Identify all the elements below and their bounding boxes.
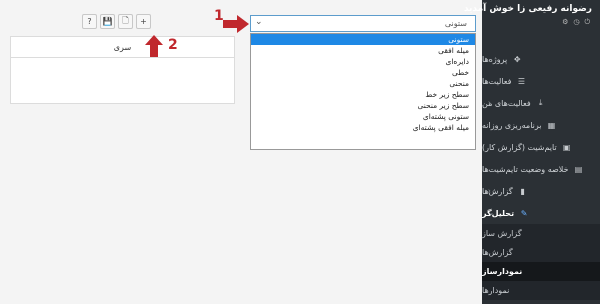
sidebar-item-label: پروژه‌ها [482, 54, 508, 64]
download-icon: ⤓ [538, 98, 543, 107]
select-value: ستونی [444, 19, 467, 28]
chart-type-dropdown: ستونی میله افقی دایره‌ای خطی منحنی سطح ز… [250, 33, 476, 150]
sidebar-item-label: تحلیل‌گر [482, 208, 515, 218]
pencil-icon: ✎ [520, 208, 528, 218]
table-header-series: سری [11, 37, 234, 58]
list-icon: ☰ [517, 76, 526, 86]
option-column[interactable]: ستونی [251, 34, 475, 45]
sidebar-subitem-reports[interactable]: گزارش‌ها [482, 243, 600, 262]
option-curve[interactable]: منحنی [251, 78, 475, 89]
sidebar-item-timesheet-summary[interactable]: ▤ خلاصه وضعیت تایم‌شیت‌ها [482, 158, 600, 180]
sidebar-item-timesheet[interactable]: ▣ تایم‌شیت (گزارش کار) [482, 136, 600, 158]
toolbar: ? 💾 🗋 + [82, 14, 151, 29]
sidebar-item-label: برنامه‌ریزی روزانه [482, 120, 542, 130]
sidebar-item-label: تایم‌شیت (گزارش کار) [482, 142, 557, 152]
sidebar-item-activities[interactable]: ☰ فعالیت‌ها [482, 70, 600, 92]
sidebar-item-reports[interactable]: ▮ گزارش‌ها ‹ [482, 180, 600, 202]
sidebar-subitem-charts[interactable]: نمودارها [482, 281, 600, 300]
welcome-text: رضوانه رفیعی زا خوش آمدید [463, 4, 592, 14]
chevron-left-icon: ‹ [488, 187, 491, 195]
chevron-left-icon: ‹ [488, 99, 491, 107]
sidebar: رضوانه رفیعی زا خوش آمدید ⚙ ◷ ⏻ ✥ پروژه‌ه… [463, 0, 600, 304]
sidebar-item-daily-planning[interactable]: ▦ برنامه‌ریزی روزانه [482, 114, 600, 136]
option-horizontal-bar[interactable]: میله افقی [251, 45, 475, 56]
sidebar-subitem-chart-builder[interactable]: نمودارساز [482, 262, 600, 281]
header-icons: ⚙ ◷ ⏻ [482, 18, 600, 27]
option-stacked-bar[interactable]: میله افقی پشته‌ای [251, 122, 475, 133]
sidebar-item-my-activities[interactable]: ⤓ فعالیت‌های من ‹ [482, 92, 600, 114]
annotation-arrow-right-icon [223, 15, 249, 33]
gear-icon[interactable]: ⚙ [562, 18, 568, 27]
option-pie[interactable]: دایره‌ای [251, 56, 475, 67]
option-area-curve[interactable]: سطح زیر منحنی [251, 100, 475, 111]
series-table: سری [10, 36, 235, 104]
power-icon[interactable]: ⏻ [584, 18, 590, 27]
calendar-icon: ▦ [547, 120, 556, 130]
sidebar-item-projects[interactable]: ✥ پروژه‌ها [482, 48, 600, 70]
help-button[interactable]: ? [82, 14, 97, 29]
sidebar-subitem-report-builder[interactable]: گزارش ساز [482, 224, 600, 243]
annotation-number-2: 2 [168, 37, 178, 53]
option-line[interactable]: خطی [251, 67, 475, 78]
annotation-arrow-up-icon [145, 35, 163, 57]
file-icon: ▮ [520, 186, 525, 196]
puzzle-icon: ✥ [513, 54, 521, 64]
sidebar-item-label: خلاصه وضعیت تایم‌شیت‌ها [482, 164, 569, 174]
timesheet-icon: ▣ [562, 142, 571, 152]
option-stacked-column[interactable]: ستونی پشته‌ای [251, 111, 475, 122]
add-button[interactable]: + [136, 14, 151, 29]
clock-icon[interactable]: ◷ [573, 18, 579, 27]
sidebar-item-label: فعالیت‌ها [482, 76, 512, 86]
sidebar-item-analyzer[interactable]: ✎ تحلیل‌گر ⌄ [482, 202, 600, 224]
chevron-down-icon: ⌄ [488, 209, 494, 217]
chevron-down-icon: ⌄ [255, 16, 263, 27]
sidebar-item-label: گزارش‌ها [482, 186, 513, 196]
option-area-line[interactable]: سطح زیر خط [251, 89, 475, 100]
chart-type-select[interactable]: ⌄ ستونی [250, 15, 476, 32]
new-file-button[interactable]: 🗋 [118, 14, 133, 29]
table-icon: ▤ [574, 164, 583, 174]
sidebar-header: رضوانه رفیعی زا خوش آمدید ⚙ ◷ ⏻ [463, 0, 600, 36]
save-button[interactable]: 💾 [100, 14, 115, 29]
